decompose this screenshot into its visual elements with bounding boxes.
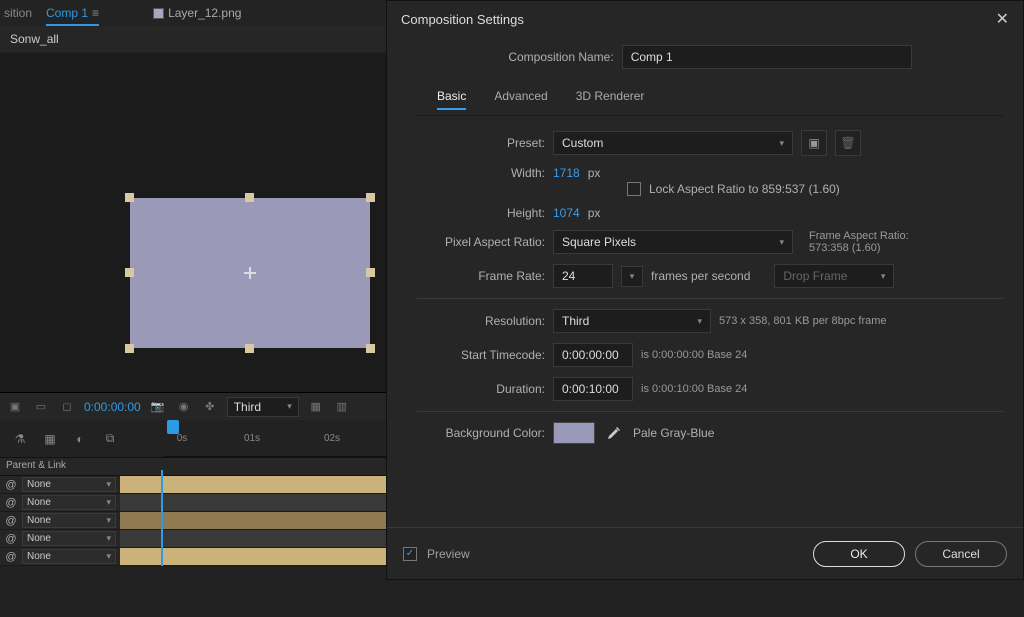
- far-value: 573:358 (1.60): [809, 242, 909, 254]
- par-label: Pixel Aspect Ratio:: [417, 235, 545, 249]
- pickwhip-icon[interactable]: @: [4, 532, 18, 546]
- fps-unit: frames per second: [651, 269, 750, 283]
- snapshot-icon[interactable]: ◉: [175, 398, 193, 416]
- resolution-label: Resolution:: [417, 314, 545, 328]
- fps-label: Frame Rate:: [417, 269, 545, 283]
- preview-checkbox[interactable]: ✓: [403, 547, 417, 561]
- resolution-dropdown[interactable]: Third▾: [553, 309, 711, 333]
- tab-layer[interactable]: Layer_12.png: [153, 6, 241, 20]
- width-input[interactable]: 1718: [553, 166, 580, 180]
- color-icon[interactable]: ✤: [201, 398, 219, 416]
- panel-name: Sonw_all: [10, 32, 59, 46]
- time-2s: 02s: [322, 428, 342, 448]
- delete-preset-button[interactable]: 🗑: [835, 130, 861, 156]
- grid-icon[interactable]: ▦: [307, 398, 325, 416]
- dialog-title: Composition Settings: [401, 12, 524, 27]
- anchor-icon: [244, 267, 256, 279]
- parent-dropdown[interactable]: None▾: [22, 495, 116, 510]
- resolution-info: 573 x 358, 801 KB per 8bpc frame: [719, 315, 887, 327]
- px-label: px: [588, 206, 601, 220]
- compname-input[interactable]: Comp 1: [622, 45, 912, 69]
- handle-tc[interactable]: [245, 193, 254, 202]
- px-label: px: [588, 166, 601, 180]
- handle-bc[interactable]: [245, 344, 254, 353]
- dropframe-dropdown: Drop Frame▾: [774, 264, 894, 288]
- mask-icon[interactable]: ◻: [58, 398, 76, 416]
- lock-aspect-label: Lock Aspect Ratio to 859:537 (1.60): [649, 182, 840, 196]
- time-0s: 0s: [172, 428, 192, 448]
- save-preset-button[interactable]: ▣: [801, 130, 827, 156]
- frameblend-icon[interactable]: ▦: [40, 429, 60, 449]
- start-input[interactable]: 0:00:00:00: [553, 343, 633, 367]
- close-icon[interactable]: ✕: [996, 9, 1009, 29]
- graph-icon[interactable]: ⧉: [100, 429, 120, 449]
- preset-label: Preset:: [417, 136, 545, 150]
- far-label: Frame Aspect Ratio:: [809, 230, 909, 242]
- tab-3d-renderer[interactable]: 3D Renderer: [576, 89, 645, 109]
- bgcolor-label: Background Color:: [417, 426, 545, 440]
- compname-label: Composition Name:: [508, 50, 613, 64]
- handle-bl[interactable]: [125, 344, 134, 353]
- time-1s: 01s: [242, 428, 262, 448]
- camera-icon[interactable]: 📷: [149, 398, 167, 416]
- pickwhip-icon[interactable]: @: [4, 478, 18, 492]
- start-info: is 0:00:00:00 Base 24: [641, 349, 747, 361]
- cancel-button[interactable]: Cancel: [915, 541, 1007, 567]
- width-label: Width:: [417, 166, 545, 180]
- preset-dropdown[interactable]: Custom▾: [553, 131, 793, 155]
- duration-label: Duration:: [417, 382, 545, 396]
- tab-comp1[interactable]: Comp 1 ≡: [46, 6, 99, 20]
- composition-settings-dialog: Composition Settings ✕ Composition Name:…: [386, 0, 1024, 580]
- preview-label: Preview: [427, 547, 470, 561]
- parent-dropdown[interactable]: None▾: [22, 531, 116, 546]
- start-label: Start Timecode:: [417, 348, 545, 362]
- blend-icon[interactable]: ⚗: [10, 429, 30, 449]
- region-icon[interactable]: ▭: [32, 398, 50, 416]
- tab-basic[interactable]: Basic: [437, 89, 466, 109]
- layer-swatch-icon: [153, 8, 164, 19]
- height-label: Height:: [417, 206, 545, 220]
- pickwhip-icon[interactable]: @: [4, 496, 18, 510]
- tab-advanced[interactable]: Advanced: [494, 89, 547, 109]
- bgcolor-swatch[interactable]: [553, 422, 595, 444]
- duration-info: is 0:00:10:00 Base 24: [641, 383, 747, 395]
- fps-input[interactable]: 24: [553, 264, 613, 288]
- guides-icon[interactable]: ▥: [333, 398, 351, 416]
- handle-mr[interactable]: [366, 268, 375, 277]
- eyedropper-icon[interactable]: [603, 422, 625, 444]
- ok-button[interactable]: OK: [813, 541, 905, 567]
- handle-tl[interactable]: [125, 193, 134, 202]
- viewport[interactable]: [0, 54, 386, 392]
- fps-dropdown[interactable]: ▾: [621, 266, 643, 287]
- motionblur-icon[interactable]: ◐: [70, 429, 90, 449]
- lock-aspect-checkbox[interactable]: [627, 182, 641, 196]
- viewer-resolution[interactable]: Third▾: [227, 397, 299, 417]
- current-time[interactable]: 0:00:00:00: [84, 400, 141, 414]
- playhead-line[interactable]: [161, 470, 163, 566]
- handle-ml[interactable]: [125, 268, 134, 277]
- parent-dropdown[interactable]: None▾: [22, 477, 116, 492]
- bgcolor-name: Pale Gray-Blue: [633, 426, 714, 440]
- pickwhip-icon[interactable]: @: [4, 550, 18, 564]
- canvas[interactable]: [130, 198, 370, 348]
- parent-dropdown[interactable]: None▾: [22, 549, 116, 564]
- handle-tr[interactable]: [366, 193, 375, 202]
- parent-dropdown[interactable]: None▾: [22, 513, 116, 528]
- tab-other[interactable]: sition: [4, 6, 32, 20]
- duration-input[interactable]: 0:00:10:00: [553, 377, 633, 401]
- thumbnail-icon[interactable]: ▣: [6, 398, 24, 416]
- handle-br[interactable]: [366, 344, 375, 353]
- par-dropdown[interactable]: Square Pixels▾: [553, 230, 793, 254]
- pickwhip-icon[interactable]: @: [4, 514, 18, 528]
- height-input[interactable]: 1074: [553, 206, 580, 220]
